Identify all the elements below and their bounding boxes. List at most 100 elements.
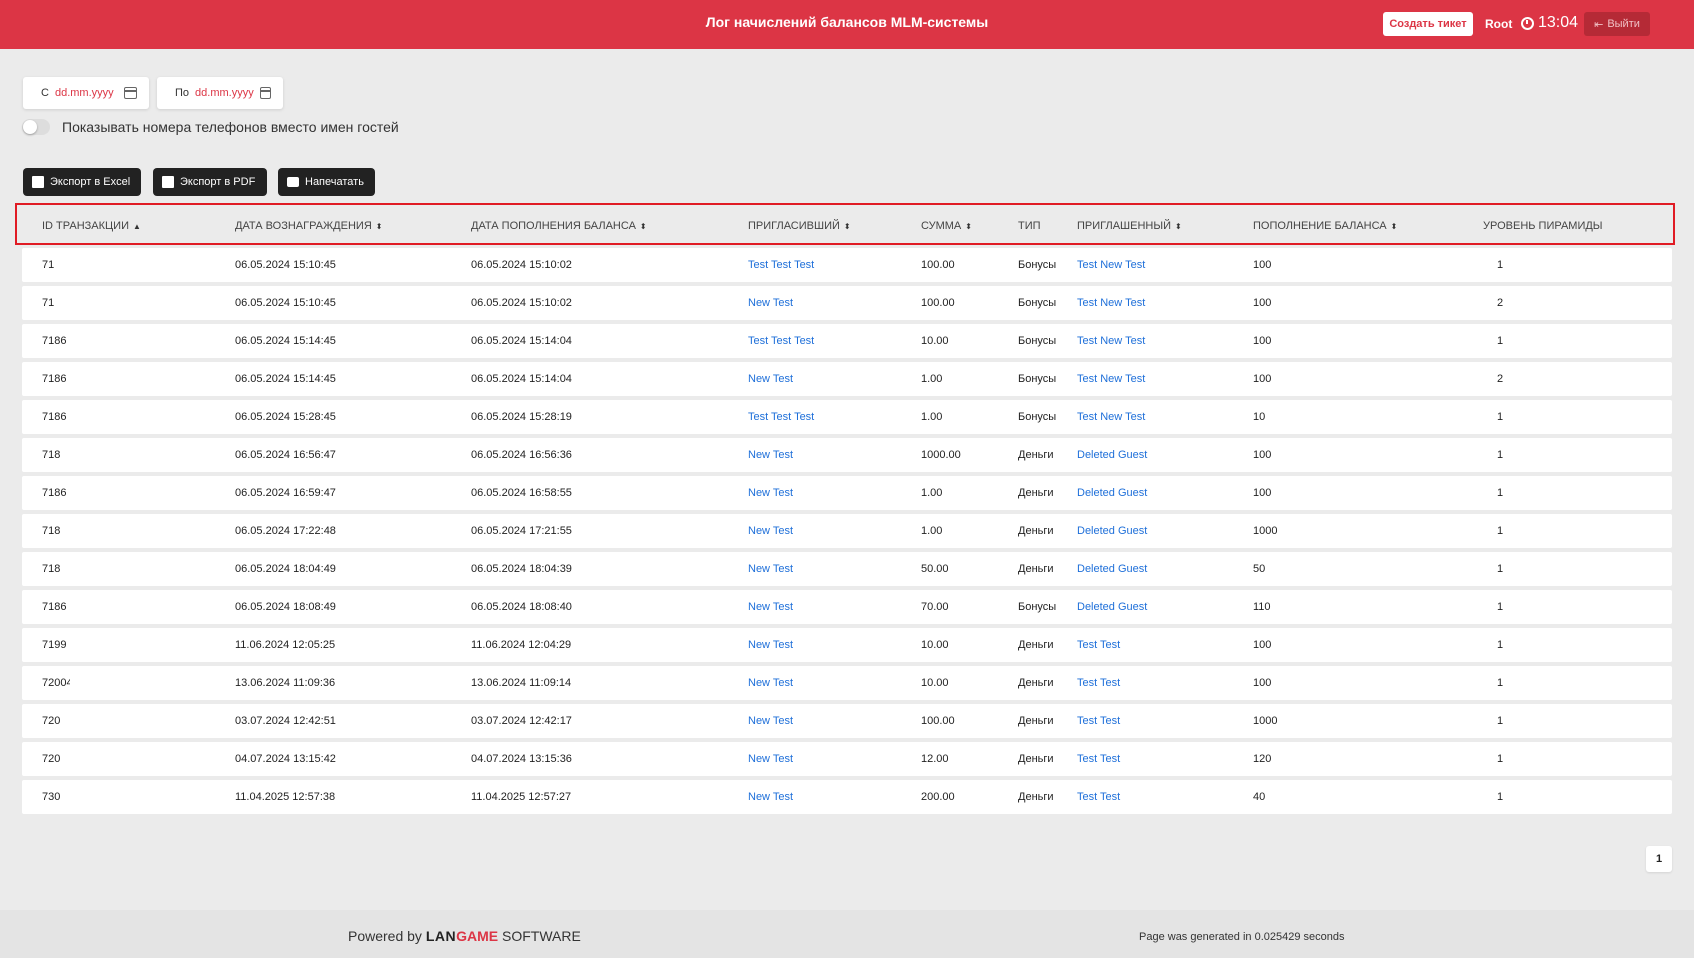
brand-game: GAME xyxy=(456,928,499,944)
cell-inviter-link[interactable]: New Test xyxy=(748,487,793,499)
cell-topup-date: 06.05.2024 18:04:39 xyxy=(471,563,572,575)
cell-invited-link[interactable]: Deleted Guest xyxy=(1077,601,1147,613)
column-header-reward-date[interactable]: ДАТА ВОЗНАГРАЖДЕНИЯ ⬍ xyxy=(235,220,382,232)
column-header-topup[interactable]: ПОПОЛНЕНИЕ БАЛАНСА ⬍ xyxy=(1253,220,1397,232)
top-bar: Лог начислений балансов MLM-системы Созд… xyxy=(0,0,1694,49)
table-row: 71 06.05.2024 15:10:45 06.05.2024 15:10:02… xyxy=(22,286,1672,320)
cell-inviter-link[interactable]: Test Test Test xyxy=(748,335,814,347)
cell-invited-link[interactable]: Test Test xyxy=(1077,753,1120,765)
phone-toggle-row: Показывать номера телефонов вместо имен … xyxy=(22,119,399,135)
cell-invited-link[interactable]: Test New Test xyxy=(1077,335,1145,347)
cell-inviter-link[interactable]: Test Test Test xyxy=(748,411,814,423)
table-row: 720 03.07.2024 12:42:51 03.07.2024 12:42:1… xyxy=(22,704,1672,738)
cell-reward-date: 06.05.2024 15:14:45 xyxy=(235,373,336,385)
column-header-label: СУММА xyxy=(921,220,962,232)
clock-icon xyxy=(1521,16,1534,30)
cell-id: 71 xyxy=(42,259,55,271)
cell-id: 720040 xyxy=(42,677,70,689)
column-header-id[interactable]: ID ТРАНЗАКЦИИ ▲ xyxy=(42,220,141,232)
cell-level: 1 xyxy=(1497,563,1504,575)
cell-type: Деньги xyxy=(1018,525,1054,537)
cell-invited-link[interactable]: Test Test xyxy=(1077,639,1120,651)
column-header-inviter[interactable]: ПРИГЛАСИВШИЙ ⬍ xyxy=(748,220,851,232)
column-header-label: УРОВЕНЬ ПИРАМИДЫ xyxy=(1483,220,1603,232)
export-excel-button[interactable]: Экспорт в Excel xyxy=(23,168,141,196)
cell-amount: 100.00 xyxy=(921,259,955,271)
cell-topup-date: 06.05.2024 15:28:19 xyxy=(471,411,572,423)
cell-type: Бонусы xyxy=(1018,335,1057,347)
date-to-field[interactable]: По dd.mm.yyyy xyxy=(157,77,283,109)
cell-topup-date: 06.05.2024 18:08:40 xyxy=(471,601,572,613)
export-pdf-button[interactable]: Экспорт в PDF xyxy=(153,168,267,196)
calendar-icon[interactable] xyxy=(124,87,137,99)
cell-type: Деньги xyxy=(1018,753,1054,765)
cell-reward-date: 11.06.2024 12:05:25 xyxy=(235,639,336,651)
cell-invited-link[interactable]: Deleted Guest xyxy=(1077,449,1147,461)
column-header-invited[interactable]: ПРИГЛАШЕННЫЙ ⬍ xyxy=(1077,220,1182,232)
date-to-value[interactable]: dd.mm.yyyy xyxy=(195,87,254,99)
create-ticket-button[interactable]: Создать тикет xyxy=(1383,12,1473,36)
cell-invited-link[interactable]: Test Test xyxy=(1077,791,1120,803)
logout-button[interactable]: ⇤ Выйти xyxy=(1584,12,1650,36)
cell-invited-link[interactable]: Deleted Guest xyxy=(1077,525,1147,537)
cell-type: Бонусы xyxy=(1018,373,1057,385)
cell-id: 720 xyxy=(42,715,61,727)
cell-inviter-link[interactable]: New Test xyxy=(748,297,793,309)
cell-inviter-link[interactable]: New Test xyxy=(748,563,793,575)
cell-topup-date: 11.06.2024 12:04:29 xyxy=(471,639,572,651)
cell-inviter-link[interactable]: New Test xyxy=(748,601,793,613)
calendar-icon[interactable] xyxy=(259,87,271,99)
cell-inviter-link[interactable]: New Test xyxy=(748,639,793,651)
cell-id: 7199 xyxy=(42,639,67,651)
print-button[interactable]: Напечатать xyxy=(278,168,375,196)
cell-topup: 50 xyxy=(1253,563,1266,575)
brand-lan: LAN xyxy=(425,928,457,944)
cell-topup: 100 xyxy=(1253,373,1272,385)
cell-reward-date: 06.05.2024 15:10:45 xyxy=(235,259,336,271)
cell-topup-date: 11.04.2025 12:57:27 xyxy=(471,791,572,803)
column-header-topup-date[interactable]: ДАТА ПОПОЛНЕНИЯ БАЛАНСА ⬍ xyxy=(471,220,647,232)
cell-level: 2 xyxy=(1497,373,1504,385)
cell-invited-link[interactable]: Test New Test xyxy=(1077,259,1145,271)
cell-level: 1 xyxy=(1497,335,1504,347)
cell-invited-link[interactable]: Deleted Guest xyxy=(1077,487,1147,499)
cell-inviter-link[interactable]: New Test xyxy=(748,373,793,385)
cell-topup: 40 xyxy=(1253,791,1266,803)
excel-icon xyxy=(32,176,44,188)
pagination-page-1[interactable]: 1 xyxy=(1646,846,1672,872)
cell-topup-date: 06.05.2024 15:10:02 xyxy=(471,297,572,309)
powered-by: Powered by LANGAME SOFTWARE xyxy=(348,928,581,944)
column-header-amount[interactable]: СУММА ⬍ xyxy=(921,220,972,232)
cell-inviter-link[interactable]: New Test xyxy=(748,791,793,803)
cell-inviter-link[interactable]: New Test xyxy=(748,677,793,689)
cell-invited-link[interactable]: Test New Test xyxy=(1077,297,1145,309)
column-header-label: ПОПОЛНЕНИЕ БАЛАНСА xyxy=(1253,220,1387,232)
cell-invited-link[interactable]: Test Test xyxy=(1077,715,1120,727)
generation-time: Page was generated in 0.025429 seconds xyxy=(1139,931,1345,943)
cell-type: Деньги xyxy=(1018,715,1054,727)
print-label: Напечатать xyxy=(305,176,364,188)
cell-amount: 1.00 xyxy=(921,373,943,385)
cell-level: 1 xyxy=(1497,753,1504,765)
cell-invited-link[interactable]: Deleted Guest xyxy=(1077,563,1147,575)
cell-topup: 100 xyxy=(1253,487,1272,499)
table-row: 7186 06.05.2024 16:59:47 06.05.2024 16:58:… xyxy=(22,476,1672,510)
phone-toggle-switch[interactable] xyxy=(22,119,50,135)
cell-inviter-link[interactable]: New Test xyxy=(748,753,793,765)
cell-reward-date: 06.05.2024 15:14:45 xyxy=(235,335,336,347)
cell-inviter-link[interactable]: New Test xyxy=(748,715,793,727)
cell-invited-link[interactable]: Test New Test xyxy=(1077,373,1145,385)
cell-inviter-link[interactable]: New Test xyxy=(748,525,793,537)
logout-label: Выйти xyxy=(1607,18,1640,30)
date-from-field[interactable]: С dd.mm.yyyy xyxy=(23,77,149,109)
cell-inviter-link[interactable]: New Test xyxy=(748,449,793,461)
cell-amount: 1.00 xyxy=(921,525,943,537)
cell-invited-link[interactable]: Test Test xyxy=(1077,677,1120,689)
cell-topup-date: 06.05.2024 16:56:36 xyxy=(471,449,572,461)
table-row: 730 11.04.2025 12:57:38 11.04.2025 12:57:2… xyxy=(22,780,1672,814)
cell-level: 1 xyxy=(1497,525,1504,537)
cell-invited-link[interactable]: Test New Test xyxy=(1077,411,1145,423)
table-row: 7186 06.05.2024 18:08:49 06.05.2024 18:08:… xyxy=(22,590,1672,624)
cell-inviter-link[interactable]: Test Test Test xyxy=(748,259,814,271)
date-from-value[interactable]: dd.mm.yyyy xyxy=(55,87,114,99)
